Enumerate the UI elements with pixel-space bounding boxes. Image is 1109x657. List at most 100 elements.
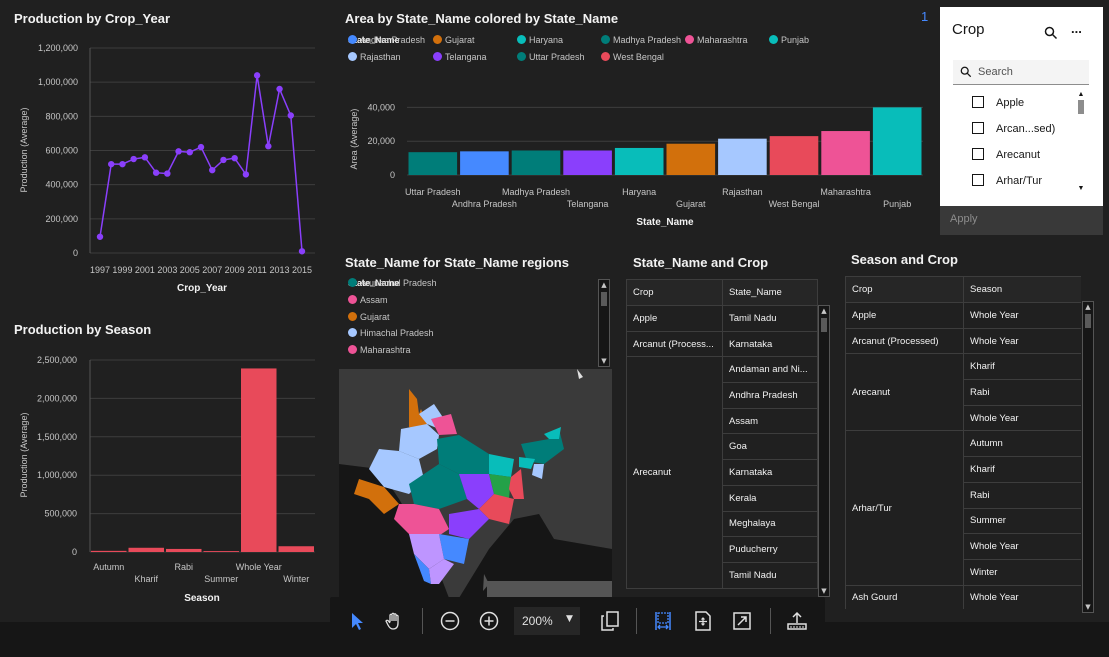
column-header[interactable]: Crop — [626, 279, 723, 306]
data-point[interactable] — [231, 154, 238, 162]
bar[interactable] — [666, 143, 716, 175]
data-point[interactable] — [220, 156, 227, 164]
table-row[interactable]: Apple Whole Year — [845, 302, 1081, 329]
legend-item[interactable]: West Bengal — [601, 52, 664, 62]
copy-icon[interactable] — [596, 607, 624, 635]
data-point[interactable] — [276, 85, 283, 93]
pointer-icon[interactable] — [343, 607, 371, 635]
legend-item[interactable]: Andhra Pradesh — [348, 35, 425, 45]
data-point[interactable] — [209, 166, 216, 174]
column-header[interactable]: Season — [963, 276, 1081, 303]
table-row[interactable]: Arecanut Andaman and Ni... — [626, 356, 818, 589]
season-cell[interactable]: Rabi — [963, 481, 1081, 509]
state-cell[interactable]: Meghalaya — [722, 510, 818, 538]
legend-item[interactable]: Himachal Pradesh — [348, 328, 434, 338]
zoom-in-icon[interactable] — [475, 607, 503, 635]
filter-search-input[interactable]: Search — [953, 60, 1089, 85]
bar[interactable] — [203, 551, 240, 552]
legend-item[interactable]: Assam — [348, 294, 388, 305]
bar[interactable] — [718, 138, 767, 175]
season-cell[interactable]: Winter — [963, 558, 1081, 586]
data-point[interactable] — [186, 149, 193, 156]
legend-item[interactable]: Gujarat — [433, 35, 475, 45]
crop-filter-panel[interactable]: Crop ... Search Apple Arcan...sed) Arecanu… — [940, 7, 1103, 235]
table-row[interactable]: Apple Tamil Nadu — [626, 305, 818, 332]
crop-cell[interactable]: Arcanut (Processed) — [845, 327, 964, 355]
season-crop-scrollbar[interactable]: ▲ ▼ — [1082, 301, 1094, 613]
data-point[interactable] — [164, 170, 171, 177]
legend-item[interactable]: Uttar Pradesh — [517, 52, 585, 62]
table-row[interactable]: Arcanut (Process... Karnataka — [626, 330, 818, 358]
area-state-chart[interactable]: 0 20,000 40,000 Uttar Pradesh Andhra Pradesh… — [340, 92, 930, 232]
legend-item[interactable]: Gujarat — [348, 311, 390, 322]
data-point[interactable] — [253, 72, 261, 79]
apply-button[interactable]: Apply — [940, 206, 1103, 235]
data-point[interactable] — [287, 112, 294, 119]
bar[interactable] — [614, 147, 664, 175]
data-point[interactable] — [141, 154, 149, 161]
data-point[interactable] — [197, 143, 205, 151]
season-cell[interactable]: Rabi — [963, 379, 1081, 406]
legend-item[interactable]: Punjab — [769, 35, 809, 45]
fit-page-icon[interactable] — [689, 607, 717, 635]
table-row[interactable]: Arhar/Tur Autumn — [845, 430, 1081, 586]
legend-item[interactable]: Maharashtra — [348, 345, 411, 355]
legend-item[interactable]: Telangana — [433, 52, 487, 62]
data-point[interactable] — [96, 233, 104, 240]
data-point[interactable] — [298, 248, 306, 255]
scroll-up-icon[interactable]: ▲ — [819, 307, 829, 315]
data-point[interactable] — [119, 160, 126, 168]
state-crop-scrollbar[interactable]: ▲ ▼ — [818, 305, 830, 597]
state-cell[interactable]: Andaman and Ni... — [722, 356, 818, 384]
season-cell[interactable]: Summer — [963, 507, 1081, 535]
column-header[interactable]: Crop — [845, 276, 964, 303]
state-cell[interactable]: Tamil Nadu — [722, 561, 818, 589]
table-row[interactable]: Arecanut Kharif — [845, 353, 1081, 432]
scroll-up-icon[interactable]: ▲ — [1076, 91, 1086, 99]
state-cell[interactable]: Karnataka — [722, 330, 818, 358]
legend-item[interactable]: Maharashtra — [685, 35, 748, 45]
season-cell[interactable]: Whole Year — [963, 404, 1081, 432]
filter-option[interactable]: Arecanut — [972, 142, 1040, 168]
checkbox[interactable] — [972, 174, 984, 186]
bar[interactable] — [872, 107, 922, 175]
bar[interactable] — [166, 548, 202, 552]
filter-option[interactable]: Apple — [972, 90, 1024, 116]
bar[interactable] — [278, 546, 315, 552]
export-icon[interactable] — [783, 607, 811, 635]
bar[interactable] — [460, 151, 509, 175]
scroll-down-icon[interactable]: ▼ — [1083, 603, 1093, 611]
season-cell[interactable]: Autumn — [963, 430, 1081, 458]
scroll-thumb[interactable] — [1078, 100, 1084, 114]
overflow-icon[interactable]: ... — [1071, 21, 1082, 36]
bar[interactable] — [821, 131, 870, 175]
data-point[interactable] — [175, 148, 182, 155]
state-cell[interactable]: Goa — [722, 433, 818, 461]
data-point[interactable] — [130, 155, 137, 163]
pan-hand-icon[interactable] — [381, 607, 409, 635]
bar[interactable] — [128, 547, 165, 552]
bar[interactable] — [91, 550, 127, 552]
data-point[interactable] — [242, 171, 250, 178]
bar[interactable] — [769, 136, 819, 175]
filter-scrollbar[interactable]: ▲ ▼ — [1076, 90, 1088, 194]
fullscreen-icon[interactable] — [728, 607, 756, 635]
table-row[interactable]: Arcanut (Processed) Whole Year — [845, 327, 1081, 355]
scroll-up-icon[interactable]: ▲ — [1083, 303, 1093, 311]
crop-cell[interactable]: Arcanut (Process... — [626, 330, 723, 358]
fit-width-icon[interactable] — [649, 607, 677, 635]
crop-cell[interactable]: Apple — [626, 305, 723, 332]
legend-item[interactable]: Haryana — [517, 35, 563, 45]
prod-season-chart[interactable]: 0 500,000 1,000,000 1,500,000 2,000,000 2,500… — [0, 345, 325, 607]
state-cell[interactable]: Tamil Nadu — [722, 305, 818, 332]
bar[interactable] — [563, 150, 612, 175]
scroll-up-icon[interactable]: ▲ — [599, 281, 609, 289]
india-map[interactable] — [339, 369, 612, 598]
state-cell[interactable]: Kerala — [722, 484, 818, 512]
filter-option[interactable]: Arcan...sed) — [972, 116, 1055, 142]
bar[interactable] — [241, 368, 277, 552]
prod-year-chart[interactable]: 0 200,000 400,000 600,000 800,000 1,000,000 1,… — [0, 30, 325, 300]
crop-cell[interactable]: Arhar/Tur — [845, 430, 964, 586]
bar[interactable] — [408, 152, 458, 175]
scroll-down-icon[interactable]: ▼ — [1076, 185, 1086, 193]
